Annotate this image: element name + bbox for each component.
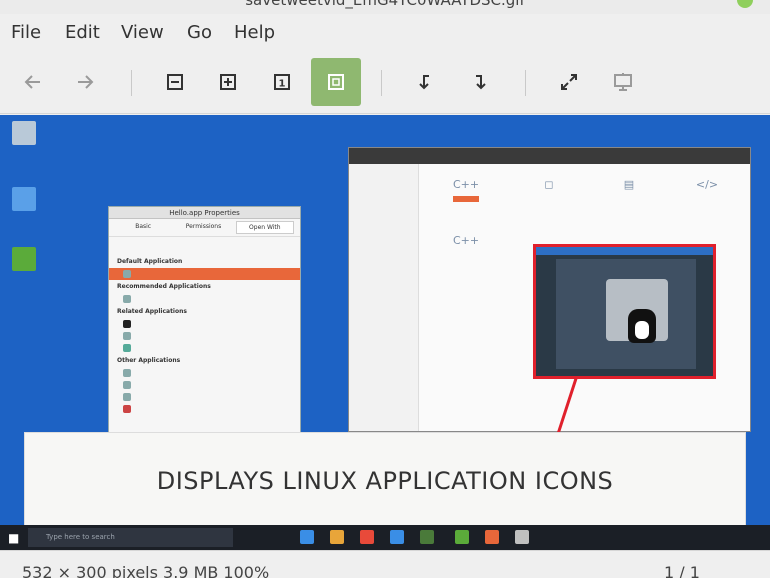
back-button[interactable] xyxy=(8,58,58,106)
status-bar: 532 × 300 pixels 3.9 MB 100% 1 / 1 xyxy=(0,550,770,578)
properties-section: Recommended Applications xyxy=(117,283,211,290)
windows-taskbar: ■ Type here to search xyxy=(0,525,770,550)
file-icon: C++ xyxy=(452,234,480,247)
file-icon: C++ xyxy=(444,174,488,202)
taskbar-app-icon xyxy=(300,530,314,544)
toolbar-separator xyxy=(381,70,382,96)
image-caption: DISPLAYS LINUX APPLICATION ICONS xyxy=(24,432,746,530)
tux-penguin-icon xyxy=(628,309,656,343)
properties-section: Default Application xyxy=(117,258,183,265)
properties-row xyxy=(109,379,300,391)
taskbar-app-icon xyxy=(330,530,344,544)
zoom-in-button[interactable] xyxy=(203,58,253,106)
title-bar: savetweetvid_EmG4YC0WAAYDSC.gif xyxy=(0,0,770,14)
properties-title: Hello.app Properties xyxy=(109,207,300,219)
properties-section: Related Applications xyxy=(117,308,187,315)
recycle-bin-icon xyxy=(6,121,42,147)
toolbar: 1 xyxy=(0,52,770,114)
taskbar-app-icon xyxy=(515,530,529,544)
window-title: savetweetvid_EmG4YC0WAAYDSC.gif xyxy=(245,0,525,9)
properties-row xyxy=(109,318,300,330)
desktop-app-icon xyxy=(6,187,42,213)
image-info: 532 × 300 pixels 3.9 MB 100% xyxy=(22,563,270,578)
taskbar-app-icon xyxy=(390,530,404,544)
properties-row xyxy=(109,293,300,305)
file-manager-header xyxy=(349,148,750,164)
slideshow-icon xyxy=(614,73,632,91)
taskbar-app-icon xyxy=(485,530,499,544)
fullscreen-icon xyxy=(561,74,577,90)
taskbar-app-icon xyxy=(420,530,434,544)
original-size-icon: 1 xyxy=(274,74,290,90)
toolbar-separator xyxy=(525,70,526,96)
file-manager-sidebar xyxy=(349,164,419,431)
properties-row xyxy=(109,367,300,379)
properties-window: Hello.app Properties Basic Permissions O… xyxy=(108,206,301,436)
toolbar-separator xyxy=(131,70,132,96)
rotate-left-icon xyxy=(419,75,429,90)
zoom-in-icon xyxy=(220,74,236,90)
forward-button[interactable] xyxy=(60,58,110,106)
menu-file[interactable]: File xyxy=(11,22,41,43)
original-size-button[interactable]: 1 xyxy=(257,58,307,106)
terminal-app-icon xyxy=(6,247,42,273)
properties-row xyxy=(109,403,300,415)
menu-bar: File Edit View Go Help xyxy=(0,14,770,52)
menu-view[interactable]: View xyxy=(121,22,164,43)
windows-start-icon: ■ xyxy=(8,531,20,545)
menu-go[interactable]: Go xyxy=(187,22,212,43)
image-canvas[interactable]: Hello.app Properties Basic Permissions O… xyxy=(0,115,770,550)
rotate-right-button[interactable] xyxy=(455,58,505,106)
rotate-right-icon xyxy=(476,75,486,90)
fullscreen-button[interactable] xyxy=(544,58,594,106)
properties-tabs: Basic Permissions Open With xyxy=(109,219,300,237)
rotate-left-button[interactable] xyxy=(400,58,450,106)
best-fit-button[interactable] xyxy=(311,58,361,106)
file-icon: ▤ xyxy=(623,178,635,191)
properties-row xyxy=(109,342,300,354)
properties-tab: Basic xyxy=(135,223,152,230)
taskbar-app-icon xyxy=(360,530,374,544)
taskbar-search: Type here to search xyxy=(28,528,233,547)
linux-app-icon-popup xyxy=(533,244,716,379)
arrow-left-icon xyxy=(24,75,40,89)
taskbar-app-icon xyxy=(455,530,469,544)
menu-edit[interactable]: Edit xyxy=(65,22,100,43)
properties-row xyxy=(109,391,300,403)
zoom-out-icon xyxy=(167,74,183,90)
properties-tab: Permissions xyxy=(185,223,222,230)
slideshow-button[interactable] xyxy=(598,58,648,106)
file-icon: ◻ xyxy=(544,178,554,191)
page-counter: 1 / 1 xyxy=(664,563,700,578)
arrow-right-icon xyxy=(78,75,94,89)
best-fit-icon xyxy=(328,74,344,90)
properties-row xyxy=(109,330,300,342)
file-icon: </> xyxy=(695,178,719,191)
properties-row xyxy=(109,268,300,280)
properties-tab: Open With xyxy=(235,221,294,234)
zoom-out-button[interactable] xyxy=(150,58,200,106)
original-size-label: 1 xyxy=(279,79,286,90)
menu-help[interactable]: Help xyxy=(234,22,275,43)
properties-section: Other Applications xyxy=(117,357,181,364)
